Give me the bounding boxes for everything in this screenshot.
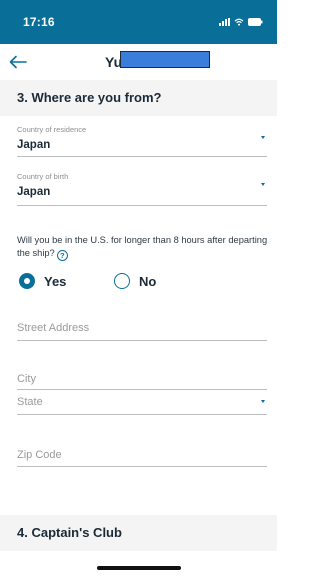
- zip-code-input[interactable]: Zip Code: [17, 446, 267, 476]
- bottom-area: [0, 551, 277, 580]
- state-select[interactable]: State: [17, 393, 267, 423]
- home-indicator[interactable]: [97, 566, 181, 570]
- question-text: Will you be in the U.S. for longer than …: [17, 235, 268, 258]
- city-placeholder: City: [17, 373, 36, 385]
- back-arrow-icon[interactable]: [6, 50, 30, 74]
- radio-option-no[interactable]: No: [114, 273, 156, 289]
- radio-option-yes[interactable]: Yes: [19, 273, 66, 289]
- us-stay-question: Will you be in the U.S. for longer than …: [17, 234, 272, 261]
- field-underline: [17, 466, 267, 467]
- dropdown-caret-icon: [261, 400, 265, 403]
- section-title: 4. Captain's Club: [17, 525, 122, 540]
- status-bar: 17:16: [0, 0, 277, 44]
- country-of-birth-select[interactable]: Country of birth Japan: [17, 172, 267, 206]
- street-address-input[interactable]: Street Address: [17, 320, 267, 350]
- wifi-icon: [234, 18, 244, 26]
- radio-label-no: No: [139, 273, 157, 289]
- help-icon[interactable]: ?: [56, 250, 68, 261]
- battery-icon: [248, 18, 263, 26]
- field-underline: [17, 340, 267, 341]
- section-header-where-from: 3. Where are you from?: [0, 80, 277, 116]
- radio-label-yes: Yes: [44, 273, 67, 289]
- street-address-placeholder: Street Address: [17, 322, 90, 334]
- section-title: 3. Where are you from?: [17, 90, 162, 105]
- field-underline: [17, 156, 267, 157]
- signal-icon: [219, 18, 230, 26]
- state-placeholder: State: [17, 396, 43, 408]
- radio-selected-icon[interactable]: [19, 273, 35, 289]
- zip-code-placeholder: Zip Code: [17, 449, 62, 461]
- field-value: Japan: [17, 186, 51, 198]
- section-header-captains-club[interactable]: 4. Captain's Club: [0, 515, 277, 551]
- field-underline: [17, 414, 267, 415]
- field-label: Country of residence: [17, 125, 87, 134]
- dropdown-caret-icon: [261, 183, 265, 186]
- status-time: 17:16: [23, 15, 55, 29]
- status-icons: [219, 18, 263, 26]
- field-value: Japan: [17, 139, 51, 151]
- radio-unselected-icon[interactable]: [114, 273, 130, 289]
- field-label: Country of birth: [17, 172, 69, 181]
- nav-bar: Yu: [0, 44, 277, 80]
- field-underline: [17, 205, 267, 206]
- dropdown-caret-icon: [261, 136, 265, 139]
- redaction-box: [120, 51, 210, 68]
- field-underline: [17, 389, 267, 390]
- country-of-residence-select[interactable]: Country of residence Japan: [17, 125, 267, 157]
